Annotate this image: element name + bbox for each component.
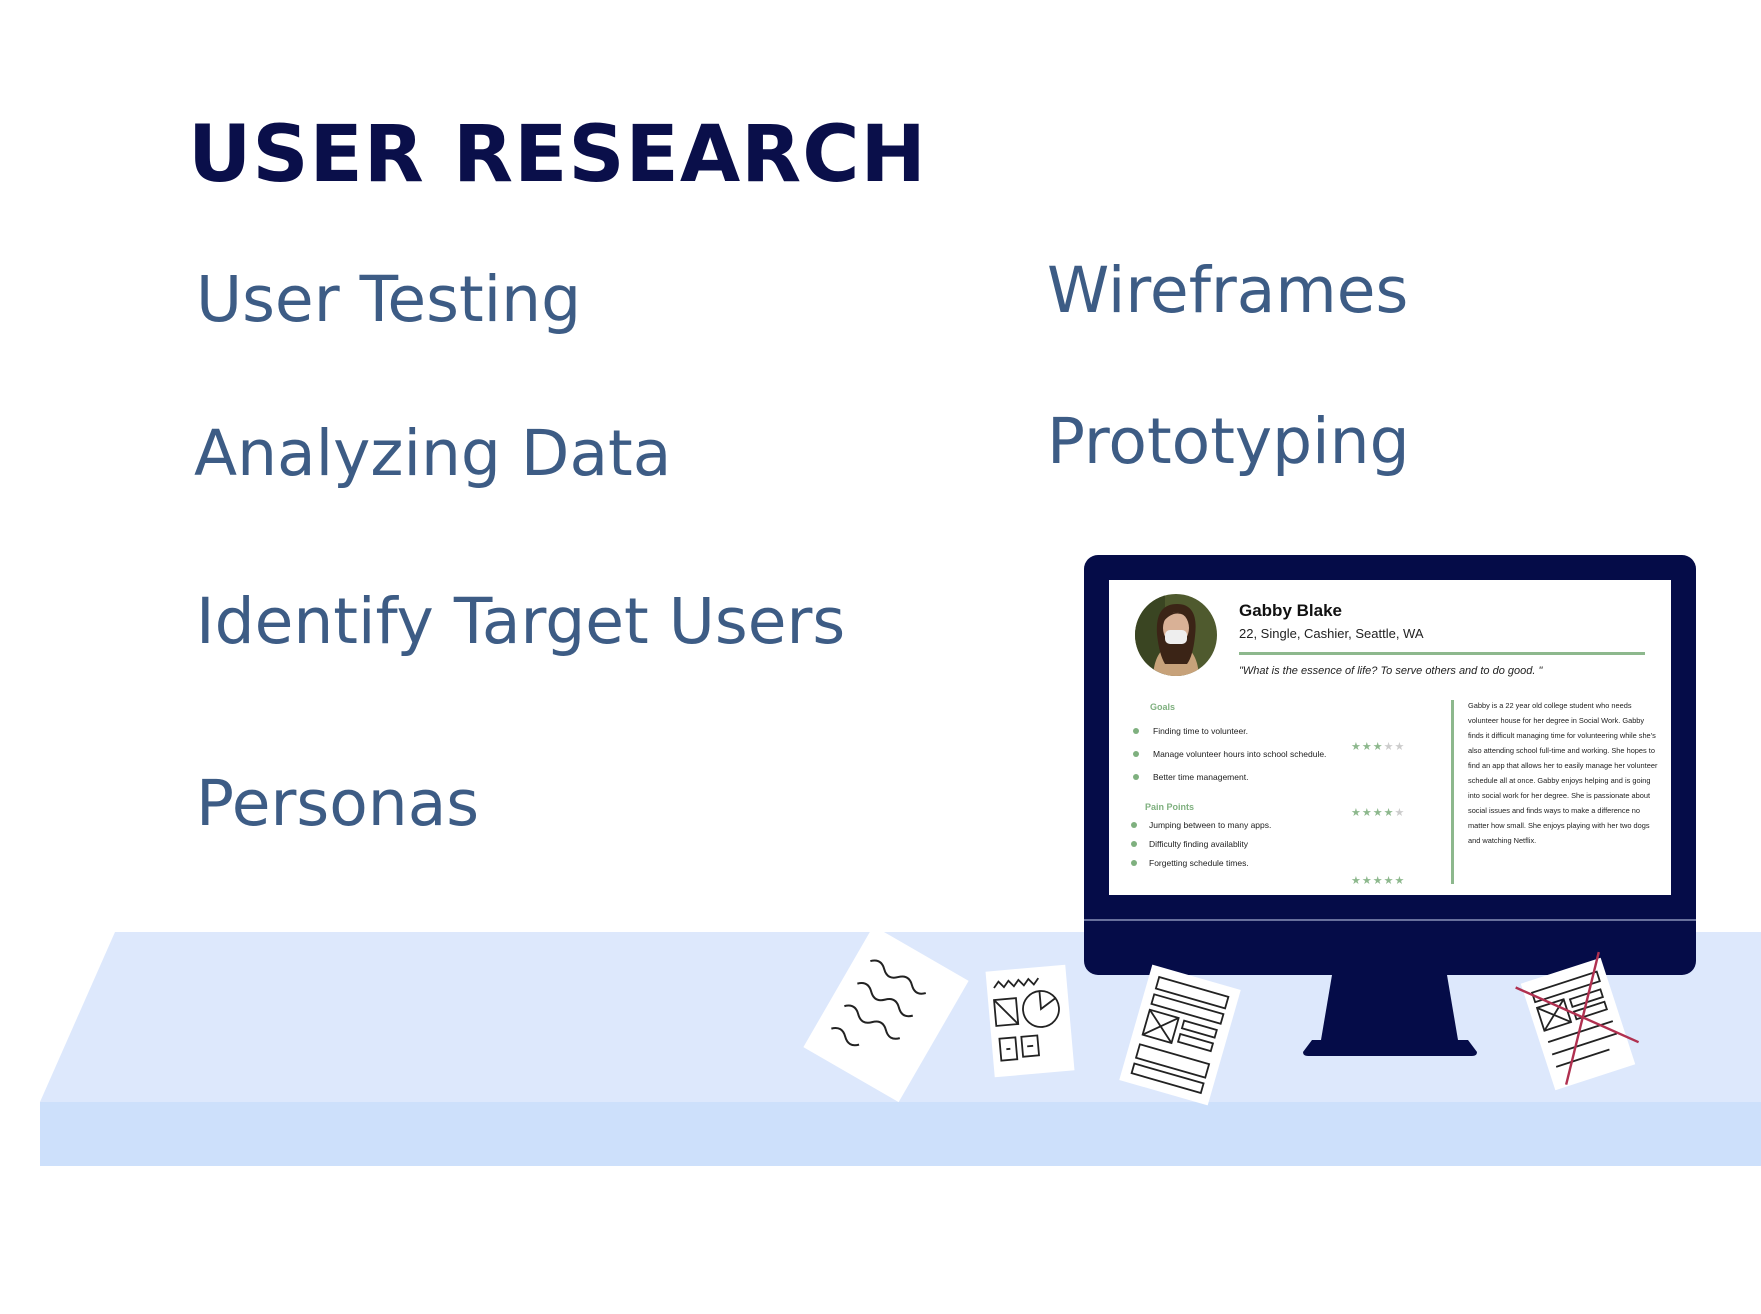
- rating-stars: ★★★★★: [1351, 806, 1405, 819]
- star-icon: ★: [1361, 807, 1373, 819]
- star-icon: ★: [1361, 875, 1373, 887]
- star-icon: ★: [1383, 875, 1395, 887]
- goals-list: Finding time to volunteer. Manage volunt…: [1133, 726, 1326, 795]
- skill-user-testing: User Testing: [196, 263, 582, 336]
- star-icon: ★: [1351, 807, 1362, 819]
- skill-identify-target-users: Identify Target Users: [196, 585, 846, 658]
- star-icon: ★: [1394, 741, 1406, 753]
- pain-point-item: Jumping between to many apps.: [1131, 820, 1271, 839]
- star-icon: ★: [1383, 741, 1395, 753]
- skill-prototyping: Prototyping: [1047, 405, 1410, 478]
- desk-front: [40, 1102, 1761, 1166]
- goal-item: Manage volunteer hours into school sched…: [1133, 749, 1326, 772]
- goal-item: Finding time to volunteer.: [1133, 726, 1326, 749]
- star-icon: ★: [1351, 875, 1362, 887]
- star-icon: ★: [1383, 807, 1395, 819]
- persona-quote: "What is the essence of life? To serve o…: [1239, 665, 1543, 677]
- skill-personas: Personas: [196, 767, 480, 840]
- skill-analyzing-data: Analyzing Data: [194, 417, 672, 490]
- pain-point-item: Difficulty finding availablity: [1131, 839, 1271, 858]
- skill-wireframes: Wireframes: [1047, 254, 1409, 327]
- persona-bio: Gabby is a 22 year old college student w…: [1468, 701, 1658, 845]
- rating-stars: ★★★★★: [1351, 740, 1405, 753]
- star-icon: ★: [1372, 807, 1384, 819]
- star-icon: ★: [1372, 875, 1384, 887]
- persona-screen: Gabby Blake 22, Single, Cashier, Seattle…: [1109, 580, 1671, 895]
- goal-item: Better time management.: [1133, 772, 1326, 795]
- star-icon: ★: [1394, 807, 1406, 819]
- star-icon: ★: [1372, 741, 1384, 753]
- persona-avatar: [1135, 594, 1217, 676]
- star-icon: ★: [1361, 741, 1373, 753]
- pain-points-heading: Pain Points: [1145, 802, 1195, 812]
- paper-chart-sketch-icon: [985, 964, 1075, 1078]
- goals-heading: Goals: [1150, 702, 1176, 712]
- star-icon: ★: [1351, 741, 1362, 753]
- persona-divider: [1239, 652, 1645, 655]
- pain-point-item: Forgetting schedule times.: [1131, 858, 1271, 877]
- rating-stars: ★★★★★: [1351, 874, 1405, 887]
- bio-divider: [1451, 700, 1454, 884]
- persona-info: 22, Single, Cashier, Seattle, WA: [1239, 626, 1424, 641]
- pain-points-list: Jumping between to many apps. Difficulty…: [1131, 820, 1271, 877]
- page-title: USER RESEARCH: [188, 110, 927, 200]
- star-icon: ★: [1394, 875, 1406, 887]
- persona-name: Gabby Blake: [1239, 601, 1342, 620]
